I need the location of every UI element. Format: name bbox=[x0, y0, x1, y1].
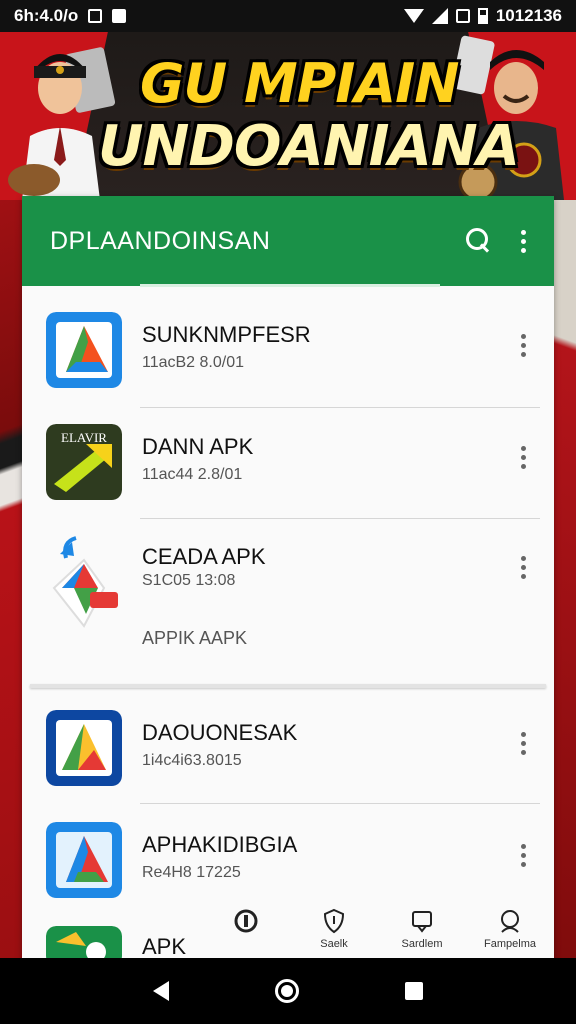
system-nav-bar bbox=[0, 958, 576, 1024]
app-meta: 11ac44 2.8/01 bbox=[142, 466, 243, 483]
tab-indicator bbox=[140, 284, 440, 287]
app-name: APHAKIDIBGIA bbox=[142, 832, 298, 857]
section-divider bbox=[30, 684, 546, 688]
app-badge: ELAVIR bbox=[61, 430, 107, 445]
app-name: SUNKNMPFESR bbox=[142, 322, 311, 347]
back-icon[interactable] bbox=[153, 981, 169, 1001]
circle-o-icon bbox=[234, 909, 258, 933]
notification-square-icon bbox=[112, 9, 127, 23]
status-bar: 6h:4.0/o 1012136 bbox=[0, 0, 576, 32]
item-menu-icon[interactable] bbox=[520, 556, 526, 579]
divider bbox=[140, 518, 540, 519]
app-icon bbox=[46, 312, 122, 388]
app-icon bbox=[52, 536, 118, 628]
nav-item-safety[interactable]: Saelk bbox=[290, 908, 378, 960]
app-meta: 1i4c4i63.8015 bbox=[142, 752, 242, 769]
shield-icon bbox=[323, 908, 345, 934]
app-meta: 11acB2 8.0/01 bbox=[142, 354, 245, 371]
app-icon bbox=[46, 822, 122, 898]
app-bar-title: DPLAANDOINSAN bbox=[50, 226, 271, 255]
battery-icon bbox=[477, 8, 488, 24]
list-item[interactable]: SUNKNMPFESR 11acB2 8.0/01 bbox=[22, 312, 554, 422]
app-name: APK bbox=[142, 934, 187, 959]
nav-item-messages[interactable]: Sardlem bbox=[378, 908, 466, 960]
app-icon bbox=[46, 926, 122, 960]
chat-icon bbox=[412, 911, 432, 933]
item-menu-icon[interactable] bbox=[520, 844, 526, 867]
notification-icon bbox=[88, 9, 103, 23]
item-menu-icon[interactable] bbox=[520, 446, 526, 469]
app-list-card: DPLAANDOINSAN SUNKNMPFESR 11acB2 8.0/01 … bbox=[22, 196, 554, 960]
divider bbox=[140, 803, 540, 804]
list-item[interactable]: APHAKIDIBGIA Re4H8 17225 bbox=[22, 822, 554, 922]
app-name: CEADA APK bbox=[142, 544, 266, 569]
app-name: DANN APK bbox=[142, 434, 254, 459]
promo-banner[interactable]: GU MPIAIN UNDOANIANA bbox=[0, 32, 576, 200]
app-meta: Re4H8 17225 bbox=[142, 864, 241, 881]
profile-icon bbox=[501, 910, 519, 933]
app-icon bbox=[46, 710, 122, 786]
overflow-menu-icon[interactable] bbox=[520, 229, 526, 253]
divider bbox=[140, 407, 540, 408]
list-item[interactable]: CEADA APK S1C05 13:08 APPIK AAPK bbox=[22, 534, 554, 684]
app-extra-label: APPIK AAPK bbox=[142, 628, 248, 648]
recent-apps-icon[interactable] bbox=[405, 982, 423, 1000]
app-meta: S1C05 13:08 bbox=[142, 572, 236, 589]
banner-title-line1: GU MPIAIN bbox=[140, 52, 459, 115]
bottom-navigation: Saelk Sardlem Fampelma bbox=[202, 908, 554, 960]
nav-label: Sardlem bbox=[401, 938, 443, 950]
wifi-icon bbox=[403, 9, 424, 23]
nav-item-profile[interactable]: Fampelma bbox=[466, 908, 554, 960]
app-name: DAOUONESAK bbox=[142, 720, 298, 745]
nav-label: Saelk bbox=[320, 938, 348, 950]
banner-title-line2: UNDOANIANA bbox=[98, 114, 520, 179]
nav-item-home[interactable] bbox=[202, 908, 290, 960]
app-icon: ELAVIR bbox=[46, 424, 122, 500]
nav-label: Fampelma bbox=[484, 938, 536, 950]
app-bar: DPLAANDOINSAN bbox=[22, 196, 554, 286]
item-menu-icon[interactable] bbox=[520, 732, 526, 755]
sim-icon bbox=[455, 9, 470, 23]
status-time: 6h:4.0/o bbox=[14, 6, 79, 25]
home-icon[interactable] bbox=[275, 979, 299, 1003]
status-clock: 1012136 bbox=[495, 6, 562, 25]
search-icon[interactable] bbox=[466, 228, 492, 254]
signal-icon bbox=[431, 8, 448, 24]
item-menu-icon[interactable] bbox=[520, 334, 526, 357]
